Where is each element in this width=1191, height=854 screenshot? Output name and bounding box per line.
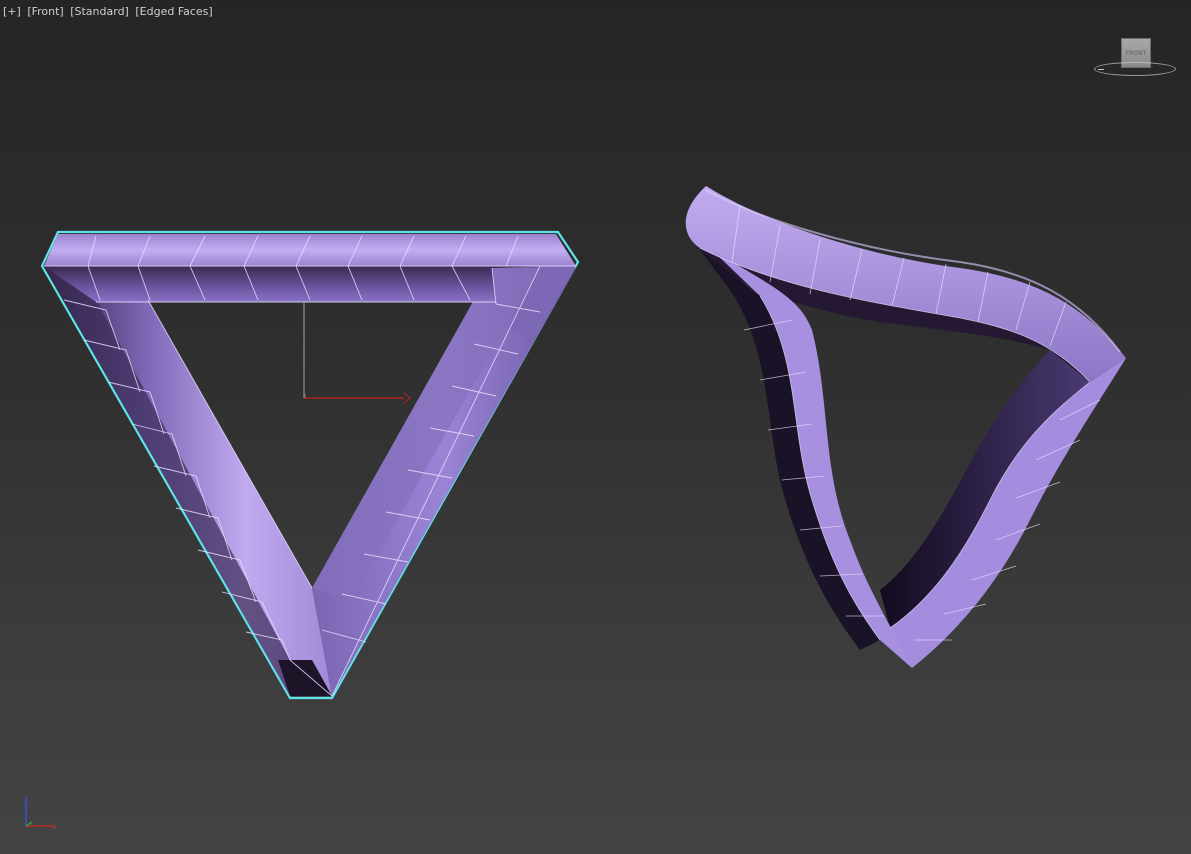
front-viewport[interactable]: [+] [Front] [Standard] [Edged Faces] z F…	[0, 0, 1191, 854]
penrose-top-bar-top	[44, 234, 576, 266]
scene-canvas: z	[40, 186, 1126, 700]
tripod-z-label: z	[24, 795, 28, 804]
viewcube[interactable]: FRONT	[1094, 38, 1178, 78]
viewcube-compass-ring[interactable]	[1094, 62, 1176, 76]
penrose-triangle-object[interactable]	[40, 230, 580, 700]
penrose-top-bar-front	[44, 266, 540, 302]
penrose-left-inner-face	[44, 266, 290, 696]
transform-gizmo[interactable]: z	[303, 300, 411, 404]
penrose-right-inner-face	[312, 266, 540, 600]
twisted-triangle-object[interactable]	[685, 186, 1126, 668]
tripod-x-label: x	[52, 822, 57, 831]
axis-tripod: z x	[24, 795, 57, 831]
gizmo-axis-label: z	[303, 393, 306, 400]
viewcube-compass-marker	[1098, 69, 1104, 70]
penrose-right-bar	[312, 268, 576, 696]
